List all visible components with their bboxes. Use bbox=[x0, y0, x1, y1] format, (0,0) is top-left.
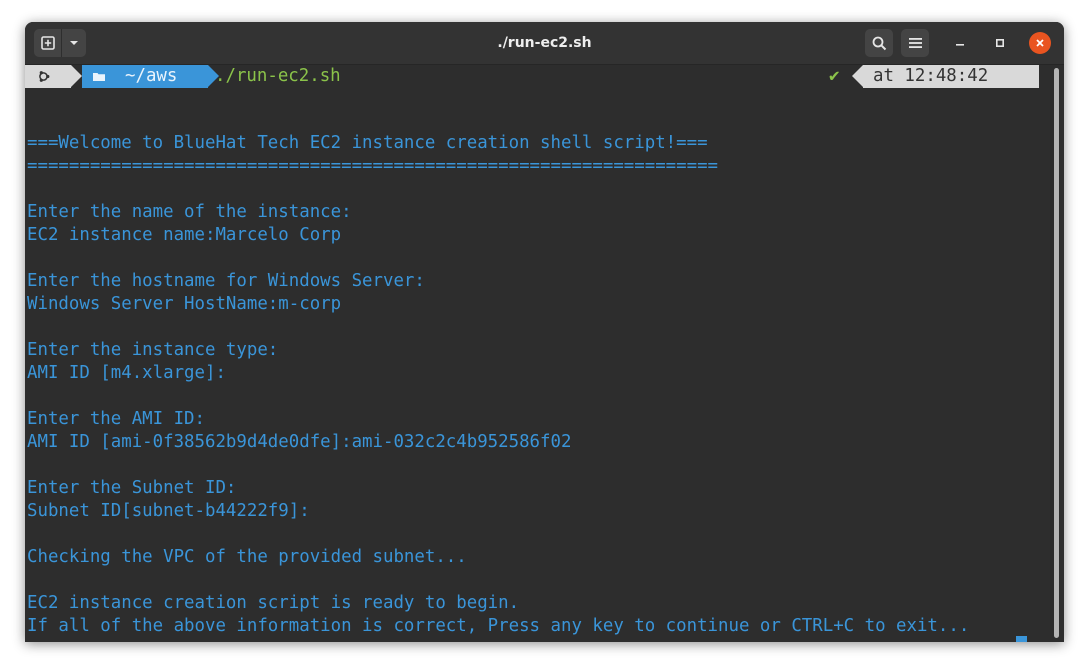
terminal-window: ./run-ec2.sh ~/aws ./run-ec2.sh ✔ at 12:… bbox=[25, 22, 1064, 642]
output-answer-hostname: Windows Server HostName:m-corp bbox=[27, 294, 342, 314]
search-icon bbox=[872, 36, 886, 50]
minimize-button[interactable] bbox=[949, 32, 971, 54]
close-icon bbox=[1036, 39, 1044, 47]
output-question-hostname: Enter the hostname for Windows Server: bbox=[27, 271, 425, 291]
new-tab-button[interactable] bbox=[34, 29, 61, 57]
output-answer-name: EC2 instance name:Marcelo Corp bbox=[27, 225, 342, 245]
prompt-directory-segment: ~/aws bbox=[82, 65, 208, 88]
output-confirm: If all of the above information is corre… bbox=[27, 616, 970, 636]
minimize-icon bbox=[956, 44, 964, 46]
new-tab-menu-button[interactable] bbox=[62, 29, 86, 57]
ubuntu-icon bbox=[39, 71, 50, 82]
output-question-type: Enter the instance type: bbox=[27, 340, 279, 360]
prompt-line: ~/aws ./run-ec2.sh ✔ at 12:48:42 bbox=[25, 65, 1064, 88]
close-button[interactable] bbox=[1029, 32, 1051, 54]
output-question-ami: Enter the AMI ID: bbox=[27, 409, 205, 429]
prompt-time: at 12:48:42 bbox=[873, 66, 989, 86]
prompt-command: ./run-ec2.sh bbox=[215, 66, 341, 86]
terminal-content[interactable]: ~/aws ./run-ec2.sh ✔ at 12:48:42 ===Welc… bbox=[25, 65, 1064, 642]
menu-button[interactable] bbox=[901, 29, 929, 57]
output-question-name: Enter the name of the instance: bbox=[27, 202, 352, 222]
output-welcome: ===Welcome to BlueHat Tech EC2 instance … bbox=[27, 133, 708, 153]
new-tab-icon bbox=[40, 36, 55, 50]
output-checking: Checking the VPC of the provided subnet.… bbox=[27, 547, 467, 567]
maximize-button[interactable] bbox=[989, 32, 1011, 54]
prompt-os-segment bbox=[25, 65, 71, 88]
folder-icon bbox=[93, 73, 105, 81]
output-ready: EC2 instance creation script is ready to… bbox=[27, 593, 520, 613]
output-answer-type: AMI ID [m4.xlarge]: bbox=[27, 363, 226, 383]
output-rule: ========================================… bbox=[27, 156, 719, 176]
title-bar: ./run-ec2.sh bbox=[25, 22, 1064, 65]
text-cursor bbox=[1016, 636, 1027, 642]
search-button[interactable] bbox=[865, 29, 893, 57]
prompt-time-segment: at 12:48:42 bbox=[863, 65, 1039, 88]
hamburger-menu-icon bbox=[908, 38, 922, 48]
maximize-icon bbox=[995, 38, 1005, 48]
output-question-subnet: Enter the Subnet ID: bbox=[27, 478, 237, 498]
output-answer-ami: AMI ID [ami-0f38562b9d4de0dfe]:ami-032c2… bbox=[27, 432, 572, 452]
chevron-down-icon bbox=[70, 41, 78, 45]
output-answer-subnet: Subnet ID[subnet-b44222f9]: bbox=[27, 501, 310, 521]
scrollbar[interactable] bbox=[1054, 68, 1059, 638]
prompt-directory: ~/aws bbox=[125, 66, 178, 86]
status-check-icon: ✔ bbox=[829, 66, 840, 86]
new-tab-button-group bbox=[34, 29, 86, 57]
